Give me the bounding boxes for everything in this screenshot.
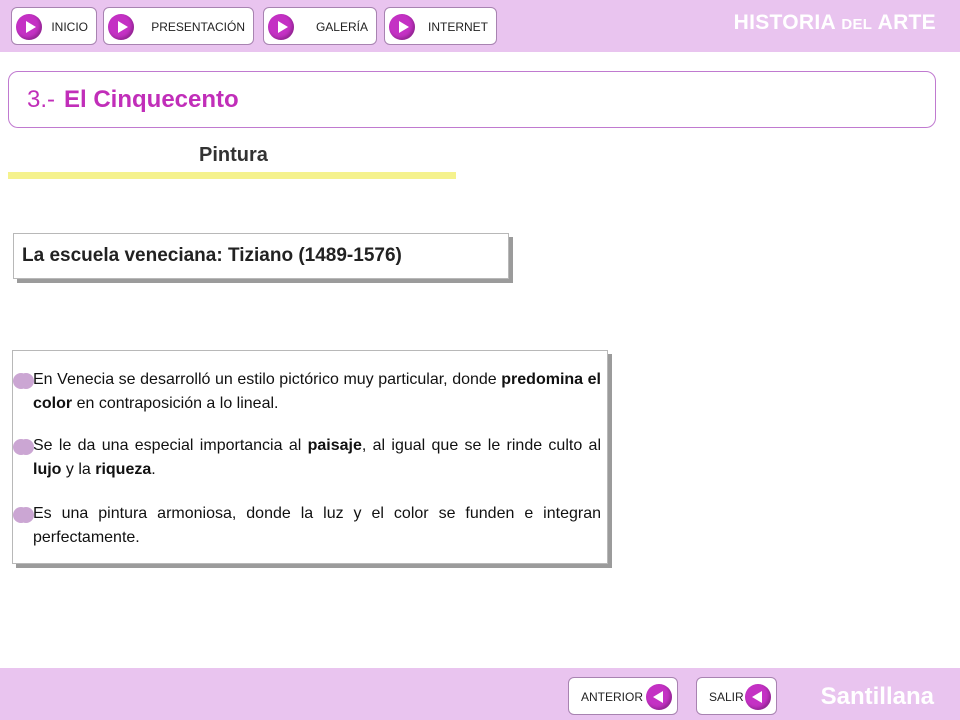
app-title: HISTORIA DEL ARTE xyxy=(734,11,936,35)
text-run: en contraposición a lo lineal. xyxy=(72,395,279,412)
play-icon xyxy=(268,14,294,40)
section-title: El Cinquecento xyxy=(64,86,239,113)
bullet-text: Es una pintura armoniosa, donde la luz y… xyxy=(33,505,601,546)
emphasis-text: riqueza xyxy=(95,461,152,478)
nav-button-internet[interactable]: INTERNET xyxy=(384,7,497,45)
section-number: 3.- xyxy=(27,86,56,113)
app-title-part: DEL xyxy=(841,16,873,33)
content-box: En Venecia se desarrolló un estilo pictó… xyxy=(12,350,608,564)
back-arrow-icon xyxy=(646,684,672,710)
nav-label: INICIO xyxy=(51,20,88,34)
play-icon xyxy=(108,14,134,40)
play-icon xyxy=(16,14,42,40)
nav-label: INTERNET xyxy=(428,20,488,34)
salir-button[interactable]: SALIR xyxy=(696,677,777,715)
text-run: . xyxy=(151,461,156,478)
nav-label: GALERÍA xyxy=(315,20,368,34)
play-icon xyxy=(389,14,415,40)
emphasis-text: lujo xyxy=(33,461,62,478)
nav-button-inicio[interactable]: INICIO xyxy=(11,7,97,45)
app-title-part: ARTE xyxy=(872,11,936,34)
bullet-icon xyxy=(18,439,34,455)
salir-label: SALIR xyxy=(709,690,744,704)
app-title-part: HISTORIA xyxy=(733,11,842,34)
text-run: y la xyxy=(61,461,96,478)
bullet-item: Es una pintura armoniosa, donde la luz y… xyxy=(18,502,601,550)
bullet-item: Se le da una especial importancia al pai… xyxy=(18,434,601,482)
anterior-button[interactable]: ANTERIOR xyxy=(568,677,678,715)
anterior-label: ANTERIOR xyxy=(581,690,644,704)
publisher-logo: Santillana xyxy=(820,683,934,710)
bullet-icon xyxy=(18,507,34,523)
nav-button-presentacion[interactable]: PRESENTACIÓN xyxy=(103,7,254,45)
text-run: Se le da una especial importancia al xyxy=(33,437,308,454)
back-arrow-icon xyxy=(745,684,771,710)
emphasis-text: paisaje xyxy=(307,437,362,454)
section-header: 3.- El Cinquecento xyxy=(8,71,936,128)
page-subtitle: Pintura xyxy=(199,144,268,166)
text-run: Es una pintura armoniosa, donde la luz y… xyxy=(33,505,601,546)
topic-heading-box: La escuela veneciana: Tiziano (1489-1576… xyxy=(13,233,509,279)
bullet-icon xyxy=(18,373,34,389)
bottom-bar xyxy=(0,668,960,720)
topic-heading: La escuela veneciana: Tiziano (1489-1576… xyxy=(22,245,402,266)
bullet-text: Se le da una especial importancia al pai… xyxy=(33,437,601,478)
text-run: , al igual que se le rinde culto al xyxy=(361,437,601,454)
bullet-item: En Venecia se desarrolló un estilo pictó… xyxy=(18,368,601,416)
text-run: En Venecia se desarrolló un estilo pictó… xyxy=(33,371,502,388)
bullet-text: En Venecia se desarrolló un estilo pictó… xyxy=(33,371,601,412)
nav-button-galeria[interactable]: GALERÍA xyxy=(263,7,377,45)
nav-label: PRESENTACIÓN xyxy=(151,20,245,34)
subtitle-underline xyxy=(8,172,456,179)
